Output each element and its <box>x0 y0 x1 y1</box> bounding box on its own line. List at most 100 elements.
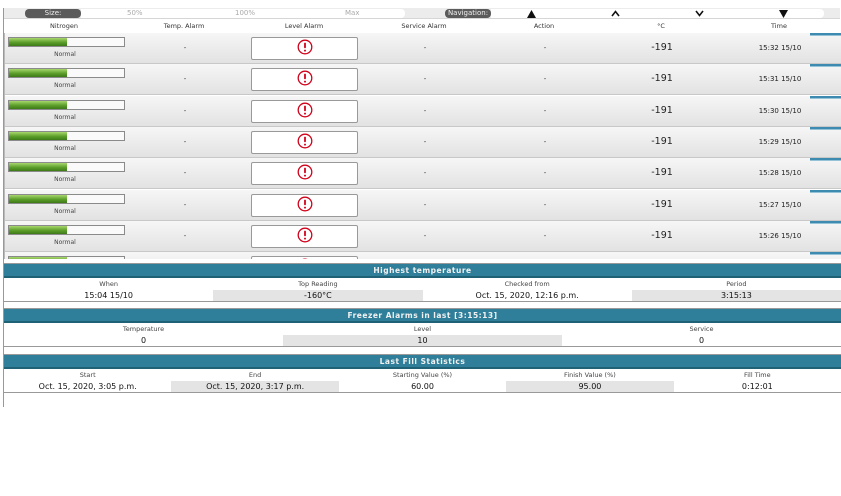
triangle-down-icon[interactable] <box>776 9 790 18</box>
label-when: When <box>4 278 214 290</box>
value-period: 3:15:13 <box>631 290 841 301</box>
temp-alarm-value: - <box>183 201 187 209</box>
action-value: - <box>543 138 547 146</box>
label-start: Start <box>4 369 172 381</box>
panel-title: Freezer Alarms in last [3:15:13] <box>4 309 841 323</box>
nitrogen-level-bar <box>8 256 125 259</box>
label-starting-value: Starting Value (%) <box>338 369 507 381</box>
row-indicator-tab <box>810 64 841 67</box>
nitrogen-status: Normal <box>54 145 76 152</box>
action-value: - <box>543 107 547 115</box>
table-row[interactable]: Normal - - - -191 15:28 15/10 <box>5 158 841 189</box>
size-tick-50[interactable]: 50% <box>127 9 143 18</box>
temperature-value: -191 <box>651 105 673 116</box>
row-indicator-tab <box>810 158 841 161</box>
level-alarm-button[interactable] <box>251 37 358 60</box>
label-checked-from: Checked from <box>422 278 632 290</box>
value-temperature-alarms: 0 <box>140 336 147 345</box>
service-alarm-value: - <box>423 232 427 240</box>
exclamation-circle-icon <box>297 196 313 216</box>
value-end: Oct. 15, 2020, 3:17 p.m. <box>171 381 339 392</box>
table-row[interactable]: Normal - - - -191 15:30 15/10 <box>5 96 841 127</box>
nitrogen-level-fill <box>9 226 67 234</box>
table-row[interactable]: Normal - - - -191 15:32 15/10 <box>5 33 841 64</box>
label-fill-time: Fill Time <box>673 369 841 381</box>
nitrogen-level-fill <box>9 38 67 46</box>
triangle-up-icon[interactable] <box>524 9 538 18</box>
exclamation-circle-icon <box>297 258 313 259</box>
row-indicator-tab <box>810 221 841 224</box>
temperature-value: -191 <box>651 199 673 210</box>
level-alarm-button[interactable] <box>251 256 358 259</box>
exclamation-circle-icon <box>297 133 313 153</box>
action-value: - <box>543 44 547 52</box>
size-tick-100[interactable]: 100% <box>235 9 255 18</box>
col-temp-unit: °C <box>657 22 665 30</box>
nitrogen-status: Normal <box>54 82 76 89</box>
temp-alarm-value: - <box>183 44 187 52</box>
col-time: Time <box>771 22 787 30</box>
nitrogen-status: Normal <box>54 176 76 183</box>
nitrogen-level-bar <box>8 131 125 141</box>
temp-alarm-value: - <box>183 75 187 83</box>
navigation-label: Navigation: <box>445 9 491 18</box>
reading-time: 15:31 15/10 <box>758 75 802 83</box>
nitrogen-level-bar <box>8 100 125 110</box>
row-indicator-tab <box>810 33 841 36</box>
temp-alarm-value: - <box>183 169 187 177</box>
level-alarm-button[interactable] <box>251 194 358 217</box>
label-period: Period <box>631 278 841 290</box>
label-top-reading: Top Reading <box>213 278 423 290</box>
nitrogen-level-bar <box>8 37 125 47</box>
nitrogen-level-fill <box>9 101 67 109</box>
value-top-reading: -160°C <box>213 290 423 301</box>
value-starting-value: 60.00 <box>411 382 434 391</box>
col-temp-alarm: Temp. Alarm <box>163 22 205 30</box>
reading-time: 15:30 15/10 <box>758 107 802 115</box>
chevron-down-icon[interactable] <box>692 9 706 18</box>
level-alarm-button[interactable] <box>251 68 358 91</box>
label-end: End <box>171 369 339 381</box>
last-fill-statistics-panel: Last Fill Statistics Start End Starting … <box>3 354 841 393</box>
row-indicator-tab <box>810 190 841 193</box>
table-row[interactable]: Normal - - - -191 15:31 15/10 <box>5 64 841 95</box>
row-indicator-tab <box>810 252 841 255</box>
chevron-up-icon[interactable] <box>608 9 622 18</box>
reading-time: 15:27 15/10 <box>758 201 802 209</box>
reading-time: 15:29 15/10 <box>758 138 802 146</box>
exclamation-circle-icon <box>297 227 313 247</box>
freezer-alarms-panel: Freezer Alarms in last [3:15:13] Tempera… <box>3 308 841 347</box>
nitrogen-level-fill <box>9 163 67 171</box>
label-finish-value: Finish Value (%) <box>506 369 674 381</box>
level-alarm-button[interactable] <box>251 162 358 185</box>
nitrogen-level-bar <box>8 225 125 235</box>
navigation-bar <box>491 9 824 18</box>
table-row[interactable]: Normal - - - -191 15:26 15/10 <box>5 221 841 252</box>
level-alarm-button[interactable] <box>251 225 358 248</box>
table-row[interactable]: Normal - - - -191 15:29 15/10 <box>5 127 841 158</box>
row-indicator-tab <box>810 96 841 99</box>
size-tick-max[interactable]: Max <box>345 9 359 18</box>
table-row[interactable]: Normal - - - -191 15:27 15/10 <box>5 190 841 221</box>
level-alarm-button[interactable] <box>251 100 358 123</box>
nitrogen-level-fill <box>9 69 67 77</box>
exclamation-circle-icon <box>297 164 313 184</box>
nitrogen-level-fill <box>9 132 67 140</box>
freezer-readings-list[interactable]: Normal - - - -191 15:32 15/10 Normal - - - -191 15… <box>4 33 841 259</box>
table-row[interactable] <box>5 252 841 259</box>
value-finish-value: 95.00 <box>506 381 674 392</box>
nitrogen-level-bar <box>8 68 125 78</box>
action-value: - <box>543 75 547 83</box>
exclamation-circle-icon <box>297 102 313 122</box>
level-alarm-button[interactable] <box>251 131 358 154</box>
value-fill-time: 0:12:01 <box>741 382 773 391</box>
action-value: - <box>543 169 547 177</box>
value-start: Oct. 15, 2020, 3:05 p.m. <box>38 382 137 391</box>
service-alarm-value: - <box>423 138 427 146</box>
temperature-value: -191 <box>651 42 673 53</box>
col-level-alarm: Level Alarm <box>284 22 324 30</box>
service-alarm-value: - <box>423 75 427 83</box>
nitrogen-status: Normal <box>54 51 76 58</box>
nitrogen-status: Normal <box>54 114 76 121</box>
size-slider[interactable]: 50% 100% Max <box>81 9 405 18</box>
